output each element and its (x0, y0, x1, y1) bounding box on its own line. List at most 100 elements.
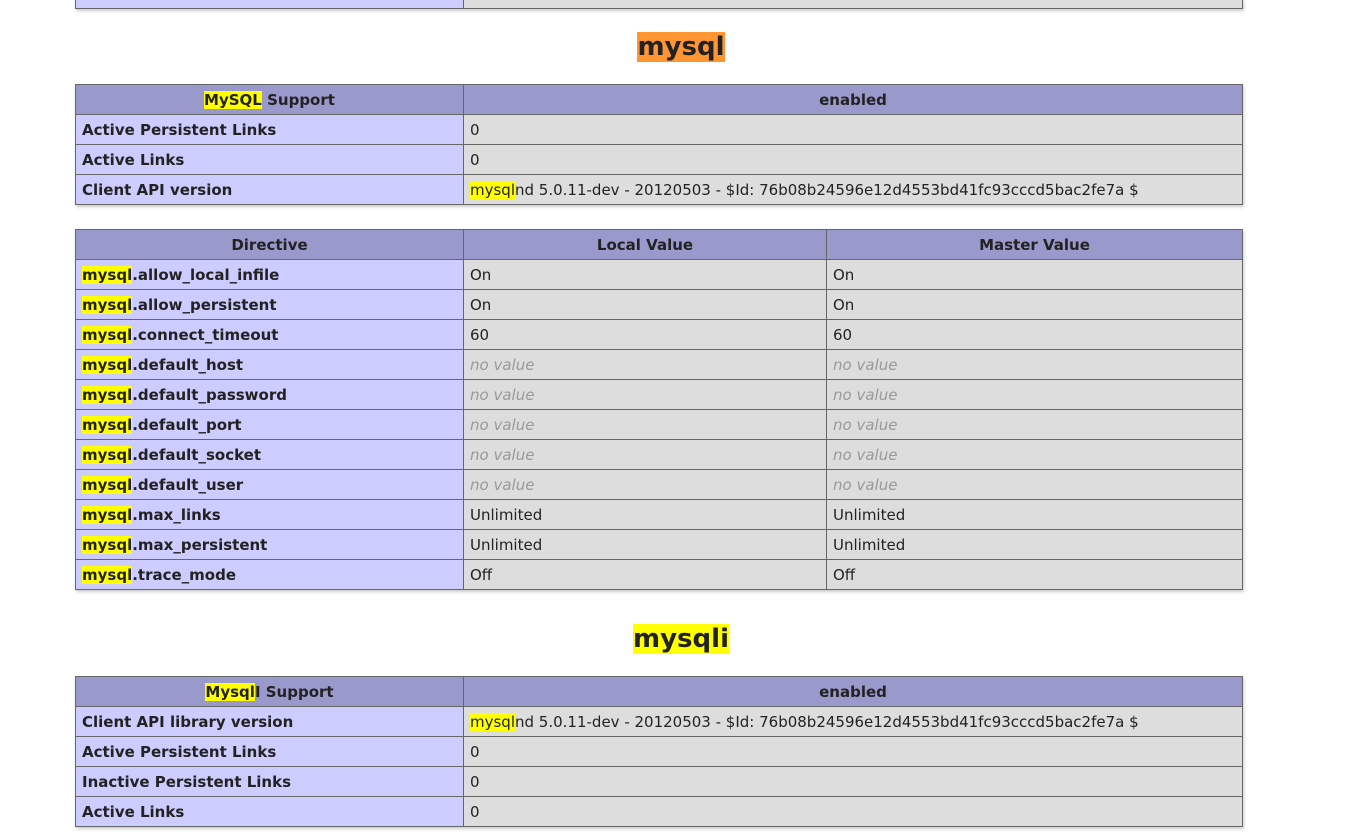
row-label: Inactive Persistent Links (75, 766, 464, 797)
mysql-directives-table: Directive Local Value Master Value mysql… (75, 229, 1243, 590)
master-value: no value (826, 439, 1243, 470)
search-match: mysql (82, 445, 133, 464)
table-row (75, 0, 1243, 9)
directive-suffix: .trace_mode (132, 565, 237, 584)
row-label: Active Links (75, 796, 464, 827)
directive-name: mysql.default_user (75, 469, 464, 500)
table-row: Active Persistent Links 0 (75, 114, 1243, 145)
search-match: mysql (633, 624, 721, 654)
directive-suffix: .allow_persistent (132, 295, 277, 314)
search-match: mysql (470, 180, 515, 199)
row-label: Active Persistent Links (75, 114, 464, 145)
search-match: mysql (470, 712, 515, 731)
local-value: no value (463, 379, 827, 410)
local-value: Off (463, 559, 827, 590)
directive-name: mysql.connect_timeout (75, 319, 464, 350)
local-value: no value (463, 409, 827, 440)
search-match: mysql (82, 505, 133, 524)
row-value: mysqlnd 5.0.11-dev - 20120503 - $Id: 76b… (463, 174, 1243, 205)
table-row: mysql.default_password no value no value (75, 379, 1243, 410)
header-local-value: Local Value (463, 229, 827, 260)
search-match: mysql (82, 295, 133, 314)
current-search-match: mysql (637, 32, 725, 62)
table-row: mysql.connect_timeout 60 60 (75, 319, 1243, 350)
directive-name: mysql.allow_local_infile (75, 259, 464, 290)
directive-suffix: .max_persistent (132, 535, 268, 554)
support-header-label: MysqlI Support (75, 676, 464, 707)
row-value: 0 (463, 766, 1243, 797)
table-row: Active Links 0 (75, 144, 1243, 175)
section-title-mysql: mysql (0, 30, 1362, 64)
master-value: no value (826, 409, 1243, 440)
support-header-label: MySQL Support (75, 84, 464, 115)
search-match: mysql (82, 325, 133, 344)
directive-name: mysql.default_host (75, 349, 464, 380)
master-value: Off (826, 559, 1243, 590)
directive-name: mysql.max_persistent (75, 529, 464, 560)
table-row: mysql.allow_local_infile On On (75, 259, 1243, 290)
directive-suffix: .allow_local_infile (132, 265, 280, 284)
row-value: 0 (463, 144, 1243, 175)
table-row: mysql.default_port no value no value (75, 409, 1243, 440)
row-value: 0 (463, 114, 1243, 145)
directive-suffix: .default_host (132, 355, 244, 374)
master-value: Unlimited (826, 499, 1243, 530)
support-header-value: enabled (463, 676, 1243, 707)
local-value: no value (463, 439, 827, 470)
row-label: Client API version (75, 174, 464, 205)
master-value: Unlimited (826, 529, 1243, 560)
master-value: On (826, 259, 1243, 290)
table-header-row: Directive Local Value Master Value (75, 229, 1243, 260)
table-row: mysql.default_socket no value no value (75, 439, 1243, 470)
directive-suffix: .default_user (132, 475, 244, 494)
previous-section-table (75, 0, 1243, 9)
section-title-mysqli: mysqli (0, 622, 1362, 656)
directive-suffix: .default_password (132, 385, 287, 404)
search-match: mysql (82, 355, 133, 374)
header-master-value: Master Value (826, 229, 1243, 260)
directive-name: mysql.default_socket (75, 439, 464, 470)
table-row: Client API library version mysqlnd 5.0.1… (75, 706, 1243, 737)
local-value: 60 (463, 319, 827, 350)
row-label: Client API library version (75, 706, 464, 737)
directive-name: mysql.default_password (75, 379, 464, 410)
directive-name: mysql.default_port (75, 409, 464, 440)
table-row: Client API version mysqlnd 5.0.11-dev - … (75, 174, 1243, 205)
search-match: mysql (82, 535, 133, 554)
row-value: 0 (463, 736, 1243, 767)
master-value: no value (826, 469, 1243, 500)
row-value: 0 (463, 796, 1243, 827)
support-header-value: enabled (463, 84, 1243, 115)
table-header-row: MysqlI Support enabled (75, 676, 1243, 707)
row-label: Active Persistent Links (75, 736, 464, 767)
search-match: mysql (82, 385, 133, 404)
table-row: Active Persistent Links 0 (75, 736, 1243, 767)
table-row: mysql.max_links Unlimited Unlimited (75, 499, 1243, 530)
table-row: mysql.default_host no value no value (75, 349, 1243, 380)
search-match: MySQL (204, 90, 262, 109)
table-row: Inactive Persistent Links 0 (75, 766, 1243, 797)
master-value: no value (826, 349, 1243, 380)
table-row: mysql.allow_persistent On On (75, 289, 1243, 320)
title-rest: i (720, 624, 729, 654)
row-label: Active Links (75, 144, 464, 175)
support-label-rest: I Support (254, 682, 334, 701)
local-value: no value (463, 469, 827, 500)
value-rest: nd 5.0.11-dev - 20120503 - $Id: 76b08b24… (515, 712, 1139, 731)
local-value: Unlimited (463, 529, 827, 560)
mysql-support-table: MySQL Support enabled Active Persistent … (75, 84, 1243, 205)
local-value: On (463, 259, 827, 290)
local-value: no value (463, 349, 827, 380)
row-value: mysqlnd 5.0.11-dev - 20120503 - $Id: 76b… (463, 706, 1243, 737)
directive-suffix: .default_port (132, 415, 242, 434)
table-row: mysql.trace_mode Off Off (75, 559, 1243, 590)
previous-row-value (463, 0, 1243, 9)
directive-rows: mysql.allow_local_infile On On mysql.allow_… (75, 259, 1243, 590)
support-label-rest: Support (261, 90, 335, 109)
value-rest: nd 5.0.11-dev - 20120503 - $Id: 76b08b24… (515, 180, 1139, 199)
table-row: mysql.max_persistent Unlimited Unlimited (75, 529, 1243, 560)
master-value: 60 (826, 319, 1243, 350)
local-value: On (463, 289, 827, 320)
directive-name: mysql.max_links (75, 499, 464, 530)
search-match: Mysql (205, 682, 255, 701)
